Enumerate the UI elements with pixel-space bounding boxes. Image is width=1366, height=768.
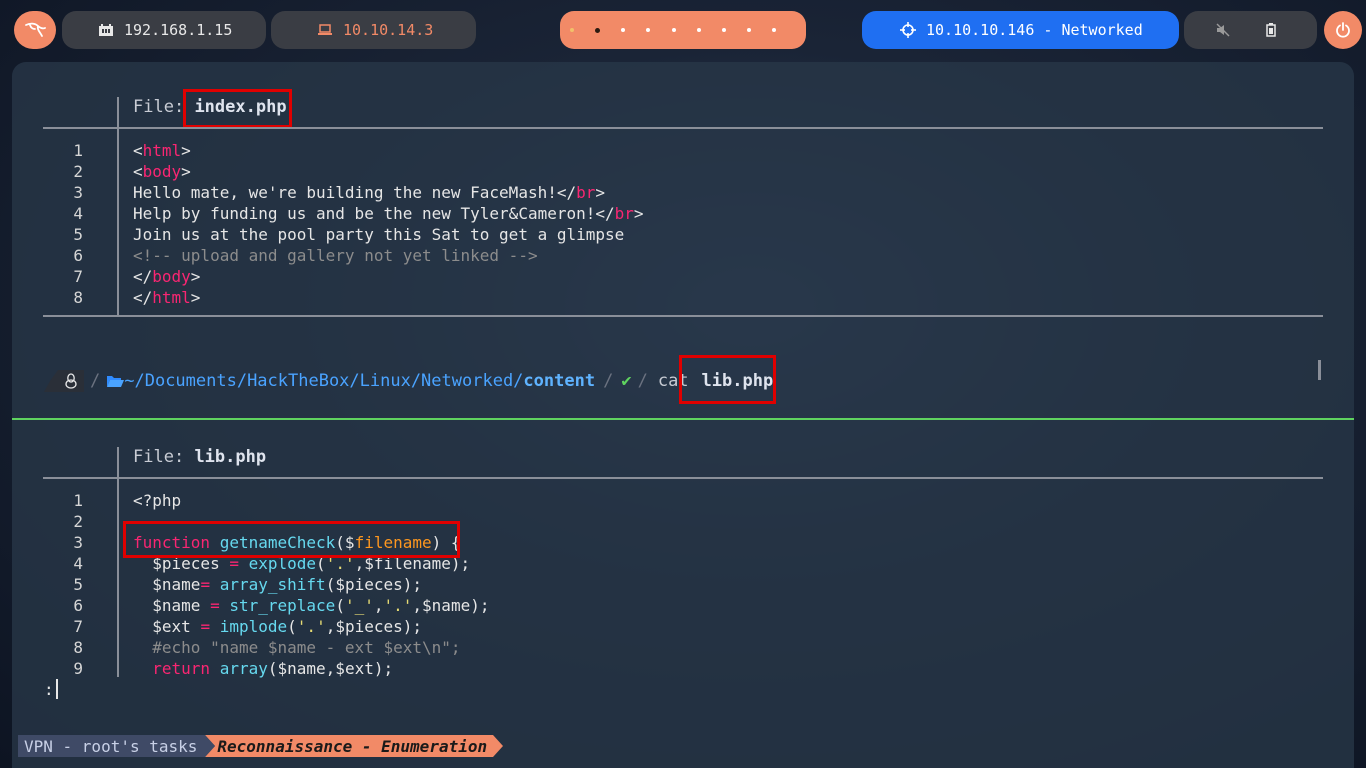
status-check: ✔ <box>621 371 632 391</box>
highlight-box-index <box>183 89 292 128</box>
shell-prompt: / ~/Documents/HackTheBox/Linux/Networked… <box>44 368 773 394</box>
tab-left-arrow <box>205 735 216 757</box>
prompt-separator-3: / <box>637 371 648 391</box>
laptop-icon <box>318 24 332 35</box>
tab-right-arrow <box>493 735 504 757</box>
file-name-lib: lib.php <box>194 447 267 467</box>
kali-menu-button[interactable] <box>14 11 56 49</box>
workspace-switcher[interactable] <box>560 11 806 49</box>
crosshair-icon <box>900 22 916 38</box>
vpn-ip-text: 10.10.14.3 <box>343 21 434 39</box>
battery-icon[interactable] <box>1265 23 1276 37</box>
pager-colon: : <box>44 679 54 699</box>
workspace-6-dot[interactable] <box>696 28 701 32</box>
tmux-status-bar: VPN - root's tasks Reconnaissance - Enum… <box>18 735 504 757</box>
workspace-3-dot[interactable] <box>621 28 626 32</box>
footer-divider <box>43 315 1323 317</box>
header-divider-2 <box>43 477 1323 479</box>
gutter-divider <box>117 97 119 317</box>
line-numbers-2: 123456789 <box>73 491 83 678</box>
current-path: ~/Documents/HackTheBox/Linux/Networked/c… <box>124 371 596 391</box>
vpn-ip-widget[interactable]: 10.10.14.3 <box>271 11 476 49</box>
file-header-lib: File: lib.php <box>133 447 266 467</box>
workspace-4-dot[interactable] <box>646 28 651 32</box>
workspace-9-dot[interactable] <box>772 28 776 32</box>
prompt-left-arrow <box>44 370 58 392</box>
os-segment <box>58 370 84 392</box>
window-name: Reconnaissance - Enumeration <box>215 735 494 757</box>
file-label-2: File: <box>133 447 185 467</box>
local-ip-text: 192.168.1.15 <box>124 21 233 39</box>
prompt-separator: / <box>90 371 101 391</box>
network-card-icon <box>99 24 113 36</box>
pane-divider <box>12 418 1354 420</box>
highlight-box-command <box>679 355 776 404</box>
prompt-separator-2: / <box>603 371 614 391</box>
workspace-1-dot[interactable] <box>570 28 574 32</box>
scroll-indicator[interactable] <box>1318 360 1321 380</box>
workspace-2-dot[interactable] <box>595 27 601 33</box>
target-text: 10.10.10.146 - Networked <box>926 21 1143 39</box>
text-cursor <box>55 679 58 699</box>
pager-prompt[interactable]: : <box>44 679 58 699</box>
highlight-box-function <box>123 521 460 558</box>
code-lib-php: <?php function getnameCheck($filename) {… <box>133 491 490 678</box>
header-divider <box>43 127 1323 129</box>
top-bar: 192.168.1.15 10.10.14.3 10.10.10.146 - N… <box>0 0 1366 60</box>
linux-tux-icon <box>65 373 77 389</box>
volume-muted-icon[interactable] <box>1216 23 1230 37</box>
target-widget[interactable]: 10.10.10.146 - Networked <box>862 11 1179 49</box>
folder-open-icon <box>107 376 125 387</box>
workspace-5-dot[interactable] <box>671 28 676 32</box>
file-label: File: <box>133 97 185 117</box>
session-label[interactable]: VPN - root's tasks <box>18 735 206 757</box>
kali-dragon-icon <box>25 22 46 37</box>
code-index-php: <html> <body> Hello mate, we're building… <box>133 141 644 307</box>
line-numbers: 12345678 <box>73 141 83 307</box>
gutter-divider-2 <box>117 447 119 677</box>
window-tab-active[interactable]: Reconnaissance - Enumeration <box>205 735 504 757</box>
system-tray <box>1184 11 1317 49</box>
workspace-8-dot[interactable] <box>746 28 751 32</box>
workspace-7-dot[interactable] <box>721 28 726 32</box>
power-icon <box>1336 22 1350 38</box>
local-ip-widget[interactable]: 192.168.1.15 <box>62 11 266 49</box>
power-button[interactable] <box>1324 11 1362 49</box>
